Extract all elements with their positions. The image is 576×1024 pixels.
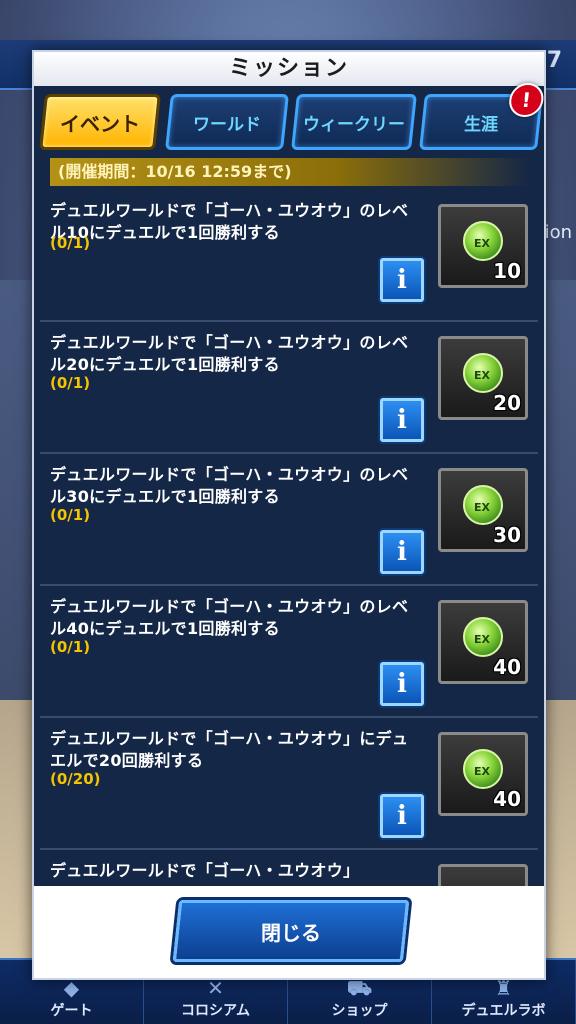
mission-progress: (0/1): [50, 374, 91, 392]
duel-lab-icon: ♜: [494, 976, 513, 1000]
tab-lifetime[interactable]: 生涯 !: [419, 83, 546, 150]
tab-event[interactable]: イベント: [39, 94, 161, 150]
mission-progress: (0/1): [50, 234, 91, 252]
reward-quantity: 10: [493, 259, 521, 283]
shop-cart-icon: ⛟: [346, 976, 373, 1000]
tab-weekly[interactable]: ウィークリー: [291, 94, 417, 150]
reward-label: EX: [474, 237, 490, 250]
dialog-footer: 閉じる: [34, 886, 544, 978]
reward-item[interactable]: EX 10: [438, 204, 528, 288]
alert-badge-icon: !: [507, 83, 546, 117]
close-button[interactable]: 閉じる: [172, 900, 410, 962]
reward-item[interactable]: EX 30: [438, 468, 528, 552]
info-button[interactable]: i: [380, 794, 424, 838]
reward-label: EX: [474, 765, 490, 778]
tab-weekly-label: ウィークリー: [303, 114, 405, 135]
colosseum-icon: ✕: [207, 976, 224, 1000]
reward-quantity: 40: [493, 787, 521, 811]
mission-item: デュエルワールドで「ゴーハ・ユウオウ」にデュエルで20回勝利する (0/20) …: [40, 718, 538, 850]
mission-item: デュエルワールドで「ゴーハ・ユウオウ」のレベル30にデュエルで1回勝利する (0…: [40, 454, 538, 586]
top-counter: 7: [546, 48, 562, 73]
mission-progress: (0/20): [50, 770, 101, 788]
mission-list[interactable]: デュエルワールドで「ゴーハ・ユウオウ」のレベル10にデュエルで1回勝利する (0…: [40, 190, 538, 886]
mission-title: デュエルワールドで「ゴーハ・ユウオウ」: [50, 861, 360, 880]
reward-item[interactable]: EX 20: [438, 336, 528, 420]
dialog-content: イベント ワールド ウィークリー 生涯 ! (開催期間：10/16 12:59ま…: [34, 83, 546, 886]
mission-tabs: イベント ワールド ウィークリー 生涯 !: [38, 83, 546, 154]
mission-title: デュエルワールドで「ゴーハ・ユウオウ」にデュエルで20回勝利する: [50, 729, 409, 770]
tab-world[interactable]: ワールド: [165, 94, 289, 150]
reward-quantity: 40: [493, 655, 521, 679]
mission-progress: (0/1): [50, 638, 91, 656]
dialog-title: ミッション: [228, 56, 349, 81]
reward-label: EX: [474, 633, 490, 646]
reward-item[interactable]: [438, 864, 528, 886]
mission-title: デュエルワールドで「ゴーハ・ユウオウ」のレベル10にデュエルで1回勝利する: [50, 201, 409, 242]
tab-event-label: イベント: [60, 111, 140, 136]
mission-item: デュエルワールドで「ゴーハ・ユウオウ」のレベル10にデュエルで1回勝利する (0…: [40, 190, 538, 322]
close-button-label: 閉じる: [261, 920, 321, 945]
mission-dialog: ミッション イベント ワールド ウィークリー 生涯 ! (開催期間：10/16 …: [32, 50, 546, 980]
mission-progress: (0/1): [50, 506, 91, 524]
nav-gate-label: ゲート: [50, 1003, 93, 1019]
info-button[interactable]: i: [380, 530, 424, 574]
tab-lifetime-label: 生涯: [464, 114, 498, 135]
tab-world-label: ワールド: [193, 114, 261, 135]
mission-title: デュエルワールドで「ゴーハ・ユウオウ」のレベル40にデュエルで1回勝利する: [50, 597, 409, 638]
reward-label: EX: [474, 369, 490, 382]
reward-item[interactable]: EX 40: [438, 600, 528, 684]
event-period: (開催期間：10/16 12:59まで): [50, 158, 530, 186]
mission-title: デュエルワールドで「ゴーハ・ユウオウ」のレベル30にデュエルで1回勝利する: [50, 465, 409, 506]
dialog-header: ミッション: [34, 52, 544, 86]
nav-shop-label: ショップ: [331, 1003, 388, 1019]
nav-colosseum-label: コロシアム: [180, 1003, 251, 1019]
info-button[interactable]: i: [380, 662, 424, 706]
reward-quantity: 30: [493, 523, 521, 547]
reward-item[interactable]: EX 40: [438, 732, 528, 816]
reward-label: EX: [474, 501, 490, 514]
info-button[interactable]: i: [380, 258, 424, 302]
reward-quantity: 20: [493, 391, 521, 415]
gate-icon: ◆: [63, 976, 80, 1000]
background-side-text: ion: [544, 222, 572, 243]
mission-item: デュエルワールドで「ゴーハ・ユウオウ」: [40, 850, 538, 886]
mission-item: デュエルワールドで「ゴーハ・ユウオウ」のレベル20にデュエルで1回勝利する (0…: [40, 322, 538, 454]
mission-item: デュエルワールドで「ゴーハ・ユウオウ」のレベル40にデュエルで1回勝利する (0…: [40, 586, 538, 718]
nav-duel-lab-label: デュエルラボ: [461, 1003, 546, 1019]
info-button[interactable]: i: [380, 398, 424, 442]
mission-title: デュエルワールドで「ゴーハ・ユウオウ」のレベル20にデュエルで1回勝利する: [50, 333, 409, 374]
